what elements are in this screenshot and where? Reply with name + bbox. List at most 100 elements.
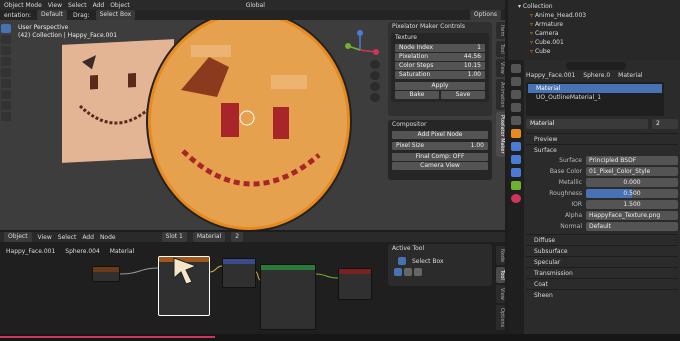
roughness-field[interactable]: 0.500 bbox=[586, 189, 678, 198]
world-tab-icon[interactable] bbox=[511, 116, 521, 125]
measure-tool-icon[interactable] bbox=[1, 101, 11, 110]
add-pixel-node-button[interactable]: Add Pixel Node bbox=[392, 131, 488, 139]
material-name-field[interactable]: Material bbox=[526, 119, 648, 129]
pan-icon[interactable] bbox=[370, 71, 380, 80]
compositor-title: Compositor bbox=[392, 121, 427, 128]
transmission-section[interactable]: Transmission bbox=[526, 267, 678, 278]
tab-animation[interactable]: Animation bbox=[496, 78, 505, 111]
material-slot-item[interactable]: UO_OutlineMaterial_1 bbox=[528, 93, 662, 102]
color-steps-field[interactable]: Color Steps 10.15 bbox=[395, 62, 485, 70]
tool-tab-icon[interactable] bbox=[511, 64, 521, 73]
sheen-section[interactable]: Sheen bbox=[526, 289, 678, 300]
smiley-sphere[interactable] bbox=[148, 20, 350, 230]
mode-select[interactable]: Object Mode bbox=[4, 2, 42, 9]
outliner-item[interactable]: ▿ Anime_Head.003 bbox=[512, 11, 676, 20]
material-users-count[interactable]: 2 bbox=[652, 119, 678, 129]
grid-icon[interactable] bbox=[370, 93, 380, 102]
tab-item[interactable]: Item bbox=[496, 22, 505, 40]
apply-button[interactable]: Apply bbox=[395, 82, 485, 90]
preview-section[interactable]: Preview bbox=[526, 133, 678, 144]
menu-select[interactable]: Select bbox=[68, 2, 87, 9]
tab-tool[interactable]: Tool bbox=[496, 41, 505, 58]
node-tab-node[interactable]: Node bbox=[496, 246, 505, 266]
options-button[interactable]: Options bbox=[469, 10, 501, 20]
menu-add[interactable]: Add bbox=[93, 2, 105, 9]
scene-tab-icon[interactable] bbox=[511, 103, 521, 112]
surface-shader-select[interactable]: Principled BSDF bbox=[586, 156, 678, 165]
surface-section[interactable]: Surface bbox=[526, 144, 678, 155]
specular-section[interactable]: Specular bbox=[526, 256, 678, 267]
tool-shelf bbox=[1, 24, 11, 121]
output-tab-icon[interactable] bbox=[511, 90, 521, 99]
object-tab-icon[interactable] bbox=[511, 129, 521, 138]
transform-orientation[interactable]: Global bbox=[246, 2, 265, 9]
bake-button[interactable]: Bake bbox=[395, 91, 439, 99]
camera-icon[interactable] bbox=[370, 82, 380, 91]
annotate-tool-icon[interactable] bbox=[1, 90, 11, 99]
timeline-strip[interactable] bbox=[0, 334, 680, 341]
transform-tool-icon[interactable] bbox=[1, 79, 11, 88]
node-tab-options[interactable]: Options bbox=[496, 304, 505, 330]
slot-select[interactable]: Slot 1 bbox=[161, 232, 187, 242]
metallic-field[interactable]: 0.000 bbox=[586, 178, 678, 187]
menu-object[interactable]: Object bbox=[110, 2, 130, 9]
pixel-size-field[interactable]: Pixel Size 1.00 bbox=[392, 142, 488, 150]
material-select[interactable]: Material bbox=[192, 232, 226, 242]
outliner-item[interactable]: ▿ Armature bbox=[512, 20, 676, 29]
final-comp-button[interactable]: Final Comp: OFF bbox=[392, 153, 488, 161]
base-color-link[interactable]: 01_Pixel_Color_Style bbox=[586, 167, 678, 176]
subsurface-section[interactable]: Subsurface bbox=[526, 245, 678, 256]
orientation-select[interactable]: Default bbox=[37, 10, 67, 20]
outliner-item[interactable]: ▿ Cube.001 bbox=[512, 38, 676, 47]
modifier-tab-icon[interactable] bbox=[511, 142, 521, 151]
outliner-collection[interactable]: ▾ Collection bbox=[512, 2, 676, 11]
physics-tab-icon[interactable] bbox=[511, 155, 521, 164]
properties-search[interactable] bbox=[566, 62, 626, 70]
node-tab-tool[interactable]: Tool bbox=[496, 267, 505, 283]
tab-view[interactable]: View bbox=[496, 59, 505, 77]
node-menu-add[interactable]: Add bbox=[82, 234, 94, 241]
alpha-link[interactable]: HappyFace_Texture.png bbox=[586, 211, 678, 220]
normal-prop: Normal Default bbox=[526, 221, 678, 232]
outliner-item[interactable]: ▿ Camera bbox=[512, 29, 676, 38]
roughness-prop: Roughness 0.500 bbox=[526, 188, 678, 199]
node-menu-view[interactable]: View bbox=[38, 234, 52, 241]
node-index-field[interactable]: Node Index 1 bbox=[395, 44, 485, 52]
material-slot-item[interactable]: Material bbox=[528, 84, 662, 93]
pixelation-field[interactable]: Pixelation 44.56 bbox=[395, 53, 485, 61]
node-tab-view[interactable]: View bbox=[496, 284, 505, 303]
camera-view-button[interactable]: Camera View bbox=[392, 162, 488, 170]
outliner-item[interactable]: ▿ Cube bbox=[512, 47, 676, 56]
editor-type[interactable]: Object bbox=[4, 232, 32, 242]
mode-subtract-icon[interactable] bbox=[414, 268, 422, 276]
diffuse-section[interactable]: Diffuse bbox=[526, 234, 678, 245]
scale-tool-icon[interactable] bbox=[1, 68, 11, 77]
render-tab-icon[interactable] bbox=[511, 77, 521, 86]
node-menu-select[interactable]: Select bbox=[58, 234, 77, 241]
material-users[interactable]: 2 bbox=[231, 232, 244, 242]
rotate-tool-icon[interactable] bbox=[1, 57, 11, 66]
material-tab-icon[interactable] bbox=[511, 194, 521, 203]
tab-pixelator[interactable]: Pixelator Maker bbox=[496, 112, 505, 158]
cursor-tool-icon[interactable] bbox=[1, 35, 11, 44]
menu-view[interactable]: View bbox=[48, 2, 62, 9]
saturation-field[interactable]: Saturation 1.00 bbox=[395, 71, 485, 79]
3d-viewport[interactable]: User Perspective (42) Collection | Happy… bbox=[0, 20, 505, 230]
constraint-tab-icon[interactable] bbox=[511, 168, 521, 177]
mode-extend-icon[interactable] bbox=[404, 268, 412, 276]
select-tool-icon[interactable] bbox=[1, 24, 11, 33]
move-tool-icon[interactable] bbox=[1, 46, 11, 55]
save-button[interactable]: Save bbox=[441, 91, 485, 99]
select-box-icon[interactable] bbox=[398, 257, 406, 265]
normal-field[interactable]: Default bbox=[586, 222, 678, 231]
ior-field[interactable]: 1.500 bbox=[586, 200, 678, 209]
node-editor[interactable]: Happy_Face.001 Sphere.004 Material Activ… bbox=[0, 242, 505, 334]
add-cube-tool-icon[interactable] bbox=[1, 112, 11, 121]
coat-section[interactable]: Coat bbox=[526, 278, 678, 289]
drag-select[interactable]: Select Box bbox=[95, 10, 136, 20]
data-tab-icon[interactable] bbox=[511, 181, 521, 190]
node-menu-node[interactable]: Node bbox=[100, 234, 116, 241]
mode-set-icon[interactable] bbox=[394, 268, 402, 276]
zoom-icon[interactable] bbox=[370, 60, 380, 69]
sphere-face-icon bbox=[181, 45, 321, 187]
